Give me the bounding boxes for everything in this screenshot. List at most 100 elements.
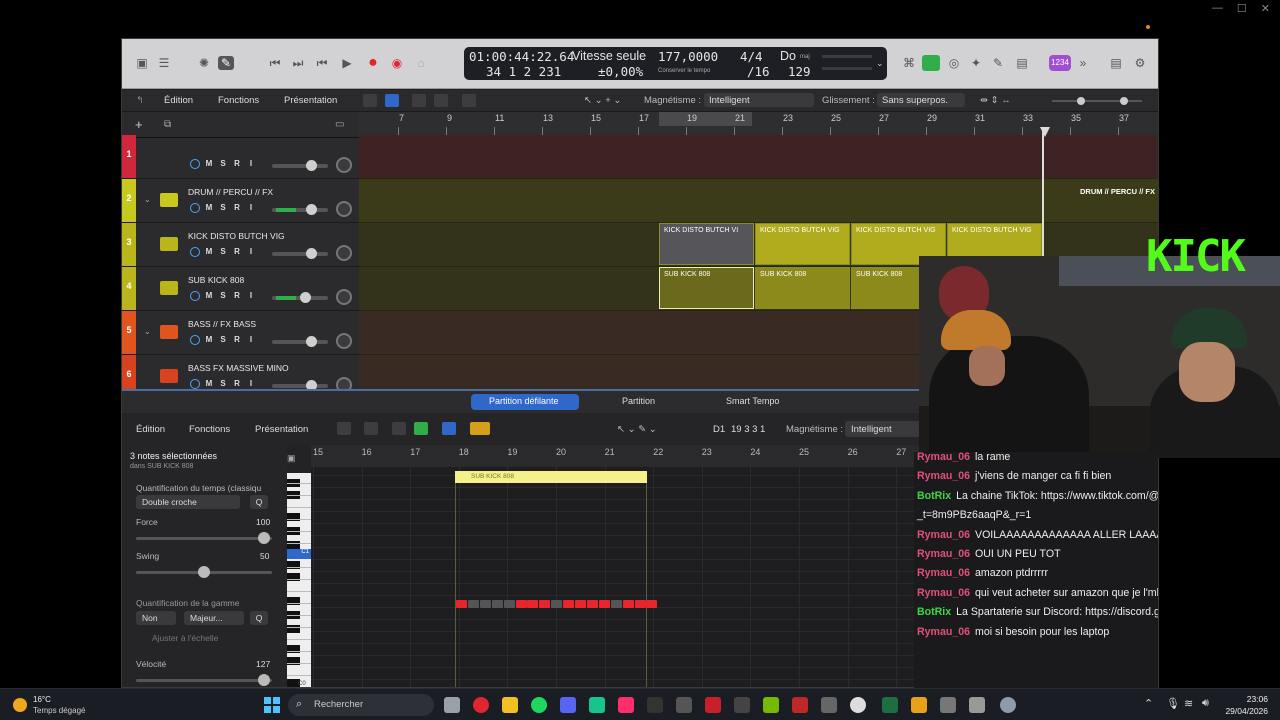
link-icon[interactable] — [470, 422, 490, 435]
capture-record-icon[interactable]: ◉ — [389, 56, 405, 70]
track-s-button[interactable]: S — [218, 159, 228, 169]
track-r-button[interactable]: R — [232, 247, 242, 257]
solo-speaker-icon[interactable] — [922, 55, 940, 71]
library-icon[interactable]: ▣ — [134, 56, 150, 70]
quantize-icon[interactable] — [337, 422, 351, 435]
menu-edition[interactable]: Édition — [164, 95, 193, 106]
midi-note[interactable] — [515, 600, 527, 608]
spotify-icon[interactable] — [531, 697, 547, 713]
fader-knob[interactable] — [306, 160, 317, 171]
chat-username[interactable]: Rymau_06 — [917, 529, 970, 541]
power-icon[interactable] — [190, 291, 200, 301]
track-i-button[interactable]: I — [246, 159, 256, 169]
midi-note[interactable] — [467, 600, 479, 608]
windows-start-icon[interactable] — [264, 697, 280, 713]
opera-icon[interactable] — [473, 697, 489, 713]
epic-games-icon[interactable] — [647, 697, 663, 713]
pan-knob[interactable] — [336, 157, 352, 173]
midi-out-icon[interactable] — [414, 422, 428, 435]
region-sub[interactable]: SUB KICK 808 — [659, 267, 754, 309]
gamme-select[interactable]: Non — [136, 611, 176, 625]
app-icon[interactable] — [911, 697, 927, 713]
region-drum[interactable]: DRUM // PERCU // FX — [919, 179, 1158, 221]
chat-username[interactable]: Rymau_06 — [917, 470, 970, 482]
midi-note[interactable] — [479, 600, 491, 608]
midi-note[interactable] — [563, 600, 575, 608]
midi-note[interactable] — [503, 600, 515, 608]
pan-knob[interactable] — [336, 333, 352, 349]
microphone-icon[interactable]: 🎙︎ — [1166, 697, 1180, 710]
volume-fader[interactable] — [272, 160, 328, 171]
track-r-button[interactable]: R — [232, 203, 242, 213]
fader-knob[interactable] — [306, 248, 317, 259]
grid-view-icon[interactable] — [363, 94, 377, 107]
piano-region-header[interactable]: SUB KICK 808 — [455, 471, 647, 483]
record-icon[interactable]: ● — [365, 55, 381, 71]
menu-presentation[interactable]: Présentation — [284, 95, 337, 106]
go-to-start-icon[interactable]: ⏮ — [267, 56, 283, 70]
track-r-button[interactable]: R — [232, 159, 242, 169]
volume-fader[interactable] — [272, 248, 328, 259]
track-m-button[interactable]: M — [204, 335, 214, 345]
catch-icon[interactable] — [442, 422, 456, 435]
key-commands-button[interactable]: 1234 — [1049, 55, 1071, 71]
region-kick[interactable]: KICK DISTO BUTCH VI — [659, 223, 754, 265]
track-r-button[interactable]: R — [232, 379, 242, 389]
settings-icon[interactable] — [1000, 697, 1016, 713]
force-slider[interactable] — [136, 537, 272, 540]
notepad-icon[interactable]: ▤ — [1014, 56, 1030, 70]
midi-note[interactable] — [491, 600, 503, 608]
track-header[interactable]: 1 MSRI — [122, 135, 359, 179]
search-box[interactable]: ⌕ Rechercher — [288, 694, 434, 716]
weather-temp[interactable]: 16°C — [33, 695, 51, 704]
list-view-icon[interactable] — [385, 94, 399, 107]
track-m-button[interactable]: M — [204, 203, 214, 213]
catch-icon[interactable] — [462, 94, 476, 107]
fader-knob[interactable] — [300, 292, 311, 303]
midi-note[interactable] — [634, 600, 646, 608]
duplicate-track-icon[interactable]: ⧉ — [164, 119, 171, 130]
volume-fader[interactable] — [272, 204, 328, 215]
close-icon[interactable]: ✕ — [1261, 2, 1270, 15]
list-editor-icon[interactable]: ▤ — [1108, 56, 1124, 70]
task-view-icon[interactable] — [444, 697, 460, 713]
magnetisme-select[interactable]: Intelligent — [845, 421, 923, 437]
glissement-select[interactable]: Sans superpos. — [877, 93, 965, 107]
automation-icon[interactable] — [412, 94, 426, 107]
menu-fonctions[interactable]: Fonctions — [218, 95, 259, 106]
midi-note[interactable] — [646, 600, 658, 608]
browser-icon[interactable]: ⚙ — [1132, 56, 1148, 70]
weather-moon-icon[interactable] — [13, 698, 27, 712]
nvidia-icon[interactable] — [763, 697, 779, 713]
power-icon[interactable] — [190, 379, 200, 389]
tiktok-icon[interactable] — [618, 697, 634, 713]
chevron-down-icon[interactable]: ⌄ — [876, 58, 884, 69]
track-i-button[interactable]: I — [246, 291, 256, 301]
track-m-button[interactable]: M — [204, 291, 214, 301]
power-icon[interactable] — [190, 203, 200, 213]
menu-fonctions[interactable]: Fonctions — [189, 424, 230, 435]
inspector-toggle-icon[interactable]: ▣ — [287, 453, 296, 464]
track-i-button[interactable]: I — [246, 379, 256, 389]
rewind-icon[interactable]: ⏮ — [314, 56, 330, 70]
track-s-button[interactable]: S — [218, 335, 228, 345]
back-icon[interactable]: ↰ — [136, 95, 144, 106]
track-header[interactable]: 2 ⌄ DRUM // PERCU // FX M S R I — [122, 179, 359, 223]
midi-note[interactable] — [586, 600, 598, 608]
inspector-icon[interactable]: ☰ — [156, 56, 172, 70]
zoom-slider[interactable] — [1052, 100, 1142, 102]
track-m-button[interactable]: M — [204, 247, 214, 257]
discord-icon[interactable] — [560, 697, 576, 713]
midi-note[interactable] — [551, 600, 563, 608]
metronome-icon[interactable]: ◎ — [946, 56, 962, 70]
fader-knob[interactable] — [306, 336, 317, 347]
tab-smart-tempo[interactable]: Smart Tempo — [726, 396, 779, 406]
pan-knob[interactable] — [336, 245, 352, 261]
piano-keyboard[interactable] — [287, 473, 311, 687]
wifi-icon[interactable]: ≋ — [1184, 697, 1193, 710]
pan-knob[interactable] — [336, 289, 352, 305]
chat-username[interactable]: Rymau_06 — [917, 452, 970, 463]
disclosure-triangle-icon[interactable]: ⌄ — [144, 195, 151, 204]
global-tracks-icon[interactable]: ▭ — [335, 119, 344, 130]
minimize-icon[interactable]: — — [1212, 2, 1223, 15]
